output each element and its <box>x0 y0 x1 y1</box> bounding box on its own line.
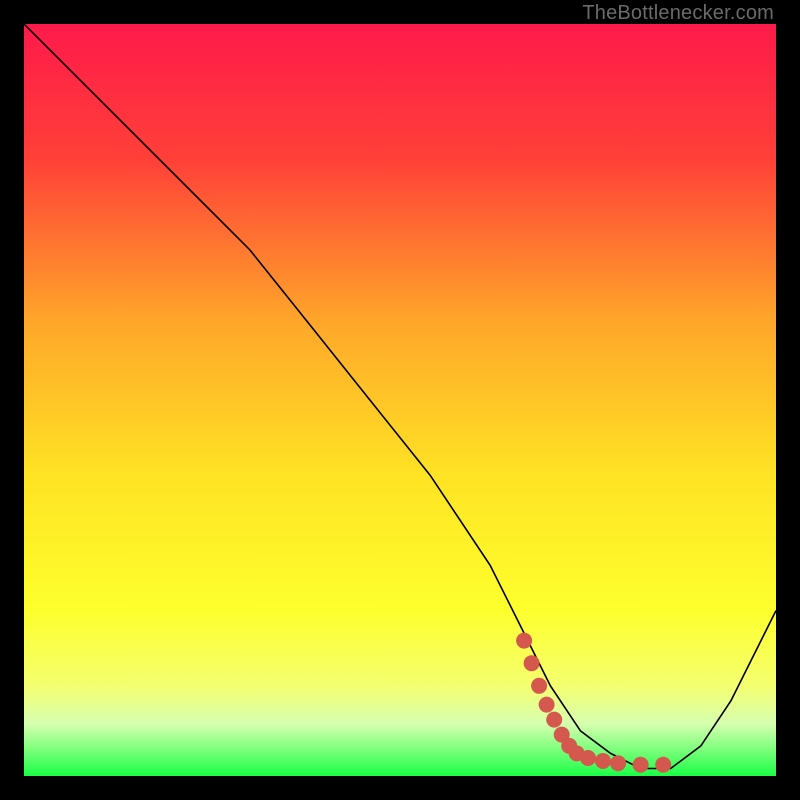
chart-frame <box>24 24 776 776</box>
optimal-marker <box>595 753 611 769</box>
optimal-marker <box>546 712 562 728</box>
optimal-marker <box>539 697 555 713</box>
optimal-marker <box>655 757 671 773</box>
optimal-marker <box>610 755 626 771</box>
bottleneck-chart <box>24 24 776 776</box>
optimal-marker <box>524 655 540 671</box>
optimal-marker <box>633 757 649 773</box>
optimal-marker <box>516 633 532 649</box>
optimal-marker <box>531 678 547 694</box>
optimal-marker <box>580 750 596 766</box>
watermark-text: TheBottlenecker.com <box>582 2 774 25</box>
